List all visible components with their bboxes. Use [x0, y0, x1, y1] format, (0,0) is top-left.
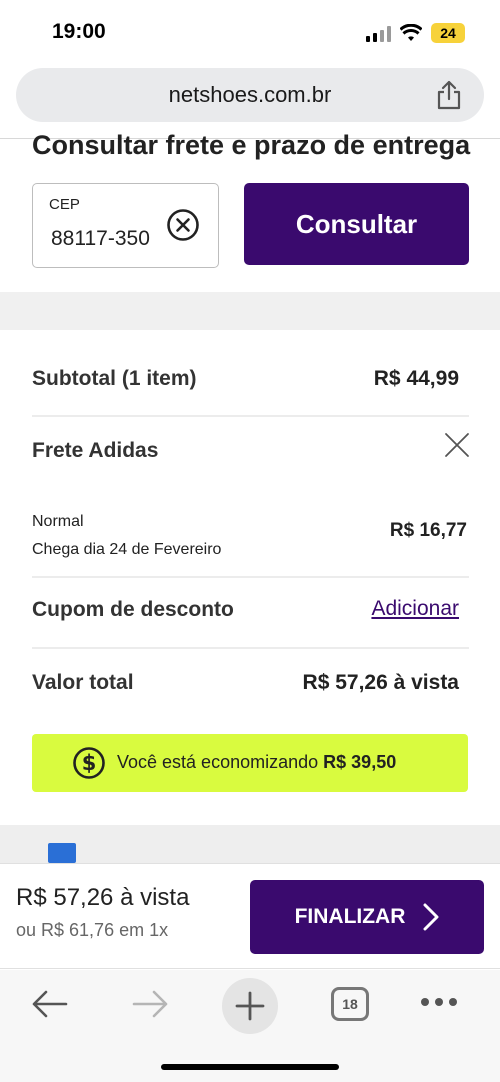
- total-label: Valor total: [32, 671, 134, 694]
- credit-card-icon: [48, 843, 76, 863]
- consult-button[interactable]: Consultar: [244, 183, 469, 265]
- browser-toolbar: 18: [0, 970, 500, 1082]
- bottom-installment: ou R$ 61,76 em 1x: [16, 920, 169, 940]
- bottom-price: R$ 57,26 à vista: [16, 884, 190, 911]
- freight-eta: Chega dia 24 de Fevereiro: [32, 541, 222, 558]
- freight-type: Normal: [32, 513, 84, 530]
- section-separator: [0, 292, 500, 330]
- address-bar[interactable]: netshoes.com.br: [16, 68, 484, 122]
- url-text[interactable]: netshoes.com.br: [16, 82, 484, 108]
- savings-banner: $ Você está economizando R$ 39,50: [32, 734, 468, 792]
- chevron-right-icon: [423, 903, 439, 931]
- freight-label: Frete Adidas: [32, 439, 159, 462]
- subtotal-label: Subtotal (1 item): [32, 367, 197, 390]
- back-arrow-icon[interactable]: [30, 984, 70, 1024]
- battery-indicator: 24: [431, 23, 465, 43]
- cellular-signal-icon: [366, 26, 391, 42]
- savings-amount: R$ 39,50: [323, 752, 397, 772]
- divider: [32, 576, 469, 578]
- cep-label: CEP: [49, 196, 80, 213]
- checkout-bar: R$ 57,26 à vista ou R$ 61,76 em 1x FINAL…: [0, 863, 500, 969]
- home-indicator: [161, 1064, 339, 1070]
- more-options-icon[interactable]: [420, 996, 458, 1008]
- status-bar: 19:00 24: [0, 0, 500, 64]
- svg-text:$: $: [82, 751, 97, 775]
- status-time: 19:00: [52, 20, 106, 43]
- shipping-title: Consultar frete e prazo de entrega: [32, 130, 471, 160]
- forward-arrow-icon[interactable]: [130, 984, 170, 1024]
- freight-details: Normal Chega dia 24 de Fevereiro: [32, 508, 221, 564]
- divider: [32, 647, 469, 649]
- share-icon[interactable]: [436, 80, 462, 110]
- add-coupon-link[interactable]: Adicionar: [371, 597, 459, 621]
- new-tab-button[interactable]: [222, 978, 278, 1034]
- dollar-coin-icon: $: [73, 747, 105, 779]
- subtotal-value: R$ 44,99: [373, 367, 459, 390]
- divider: [32, 415, 469, 417]
- freight-value: R$ 16,77: [389, 520, 467, 541]
- savings-prefix: Você está economizando: [117, 752, 319, 772]
- coupon-label: Cupom de desconto: [32, 598, 234, 621]
- cep-input[interactable]: 88117-350: [51, 227, 150, 251]
- tabs-button[interactable]: 18: [331, 987, 369, 1021]
- wifi-icon: [400, 24, 422, 41]
- plus-icon: [235, 991, 265, 1021]
- close-icon[interactable]: [444, 432, 470, 458]
- savings-text: Você está economizando R$ 39,50: [117, 752, 396, 773]
- finalize-button[interactable]: FINALIZAR: [250, 880, 484, 954]
- clear-icon[interactable]: [166, 208, 200, 242]
- cep-field[interactable]: CEP 88117-350: [32, 183, 219, 268]
- total-value: R$ 57,26 à vista: [302, 671, 459, 694]
- finalize-label: FINALIZAR: [294, 905, 406, 928]
